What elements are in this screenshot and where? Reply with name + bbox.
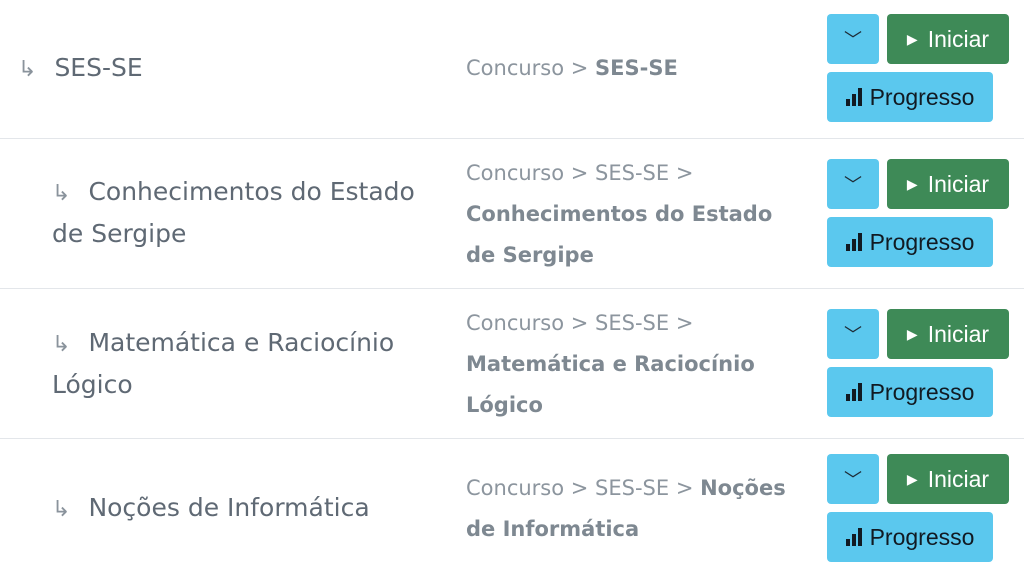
play-icon: ▶ [906,470,918,487]
sub-arrow-icon: ↳ [52,497,71,522]
chevron-down-icon: ﹀ [844,325,862,345]
chevron-down-icon: ﹀ [844,470,862,490]
breadcrumb: Concurso > SES-SE > Matemática e Raciocí… [466,303,796,426]
play-icon: ▶ [906,325,918,342]
topic-name: ↳ Matemática e Raciocínio Lógico [52,323,422,405]
topic-name: ↳ SES-SE [18,48,398,90]
signal-bars-icon [845,528,862,546]
topic-row: ↳ SES-SE Concurso > SES-SE ﹀ ▶ Iniciar Pro… [0,0,1024,139]
signal-bars-icon [845,233,862,251]
start-button[interactable]: ▶ Iniciar [887,454,1009,504]
topic-name-text: Noções de Informática [88,493,370,522]
sub-arrow-icon: ↳ [52,332,71,357]
progress-label: Progresso [869,83,975,110]
topic-name-text: SES-SE [54,53,143,82]
expand-toggle-button[interactable]: ﹀ [827,309,879,359]
breadcrumb-prefix: Concurso > SES-SE > [466,161,694,185]
topic-name: ↳ Conhecimentos do Estado de Sergipe [52,172,422,254]
expand-toggle-button[interactable]: ﹀ [827,159,879,209]
play-icon: ▶ [906,30,918,47]
start-label: Iniciar [927,170,990,197]
breadcrumb: Concurso > SES-SE > Conhecimentos do Est… [466,153,796,276]
topic-row: ↳ Matemática e Raciocínio Lógico Concurso… [0,288,1024,439]
progress-label: Progresso [869,523,975,550]
progress-button[interactable]: Progresso [827,217,993,267]
sub-arrow-icon: ↳ [52,181,71,206]
topic-name-text: Conhecimentos do Estado de Sergipe [52,177,415,248]
start-label: Iniciar [927,465,990,492]
topic-name-text: Matemática e Raciocínio Lógico [52,328,395,399]
signal-bars-icon [845,383,862,401]
progress-button[interactable]: Progresso [827,367,993,417]
start-button[interactable]: ▶ Iniciar [887,14,1009,64]
expand-toggle-button[interactable]: ﹀ [827,14,879,64]
breadcrumb-prefix: Concurso > SES-SE > [466,311,694,335]
expand-toggle-button[interactable]: ﹀ [827,454,879,504]
breadcrumb: Concurso > SES-SE [466,48,796,89]
signal-bars-icon [845,88,862,106]
breadcrumb-current: Matemática e Raciocínio Lógico [466,352,755,417]
breadcrumb-prefix: Concurso > [466,56,596,80]
breadcrumb: Concurso > SES-SE > Noções de Informátic… [466,468,796,550]
play-icon: ▶ [906,175,918,192]
topic-name: ↳ Noções de Informática [52,488,432,530]
chevron-down-icon: ﹀ [844,30,862,50]
start-button[interactable]: ▶ Iniciar [887,159,1009,209]
progress-button[interactable]: Progresso [827,72,993,122]
topic-row: ↳ Conhecimentos do Estado de Sergipe Conc… [0,138,1024,289]
progress-label: Progresso [869,378,975,405]
progress-button[interactable]: Progresso [827,512,993,562]
chevron-down-icon: ﹀ [844,175,862,195]
breadcrumb-current: SES-SE [595,56,678,80]
breadcrumb-current: Conhecimentos do Estado de Sergipe [466,202,773,267]
start-button[interactable]: ▶ Iniciar [887,309,1009,359]
topic-row: ↳ Noções de Informática Concurso > SES-SE… [0,438,1024,577]
sub-arrow-icon: ↳ [18,57,37,82]
progress-label: Progresso [869,228,975,255]
start-label: Iniciar [927,320,990,347]
breadcrumb-prefix: Concurso > SES-SE > [466,476,701,500]
start-label: Iniciar [927,25,990,52]
